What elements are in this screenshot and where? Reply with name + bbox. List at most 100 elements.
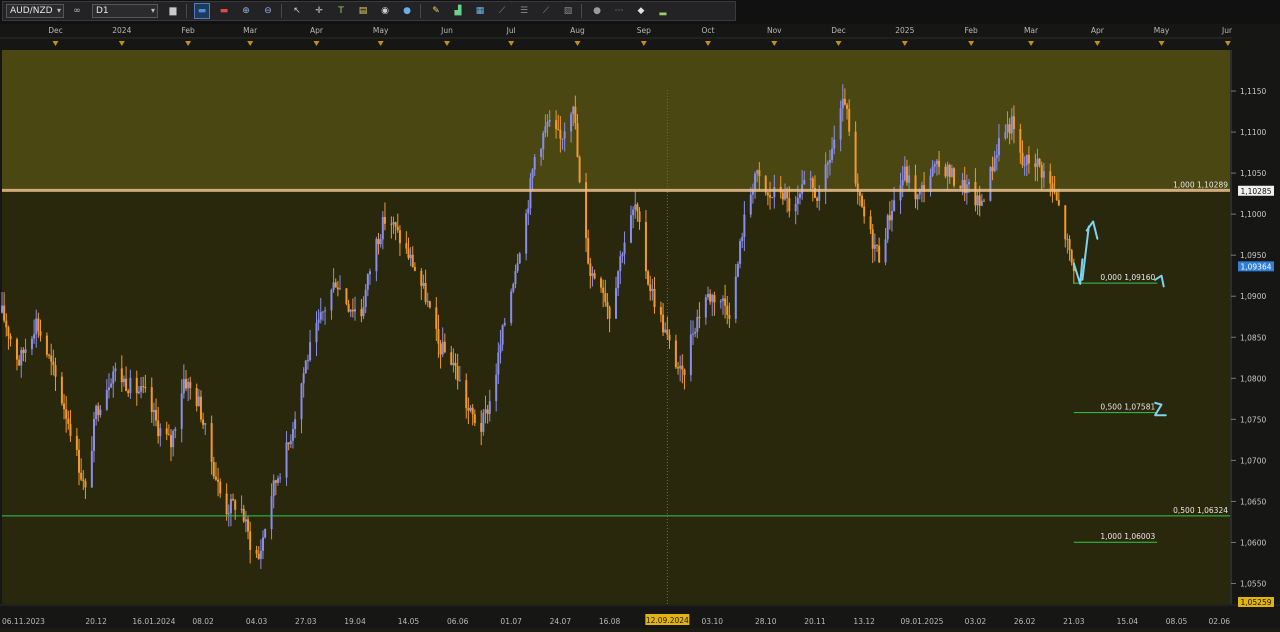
candle-body [92,419,95,451]
toolbar-separator [420,4,421,18]
candle-body [172,431,175,448]
candle-body [831,148,834,160]
calculator-icon[interactable]: ▦ [473,4,487,18]
candle-body [1068,239,1071,251]
candle-body [210,423,213,463]
candle-body [78,449,81,473]
date-label: 20.11 [804,617,826,626]
candle-body [602,287,605,294]
candle-body [129,377,132,394]
candle-body [264,529,267,538]
candle-body [90,450,93,488]
candle-body [450,352,453,365]
fibonacci-icon[interactable]: ☰ [517,4,531,18]
more-icon[interactable]: ⋯ [612,4,626,18]
candle-body [279,477,282,479]
candle-body [114,368,117,372]
period-select[interactable]: D1 ▾ [92,4,158,18]
text-tool-icon[interactable]: T [334,4,348,18]
candle-body [486,409,489,415]
candle-body [244,519,247,522]
candle-body [144,387,147,389]
candle-body [398,230,401,244]
candle-body [321,311,324,313]
candle-body [257,553,260,559]
candle-body [225,493,228,515]
price-tick-label: 1,0900 [1240,292,1266,301]
indicator-icon[interactable]: ▟ [451,4,465,18]
candle-red-icon[interactable]: ▬ [217,4,231,18]
candle-body [890,210,893,221]
date-label: 19.04 [344,617,366,626]
globe-icon[interactable]: ● [400,4,414,18]
price-chart[interactable]: Dec 2024 Feb Mar Apr May Jun Jul Aug Sep Oct Nov Dec… [0,24,1280,628]
chart-canvas[interactable]: Dec 2024 Feb Mar Apr May Jun Jul Aug Sep Oct Nov Dec… [0,24,1280,628]
candle-body [392,222,395,225]
candle-body [617,271,620,289]
candle-body [525,213,528,254]
fib-level-label: 1,000 1,06003 [1100,532,1155,541]
date-label: 08.02 [192,617,214,626]
shapes-icon[interactable]: ▧ [561,4,575,18]
candle-body [18,359,21,366]
candle-body [364,289,367,308]
camera-icon[interactable]: ◉ [378,4,392,18]
candle-body [788,198,791,212]
candle-body [781,192,784,200]
candle-body [422,283,425,286]
candle-body [20,349,23,366]
toolbar-buttons: ▆ ▬ ▬ ⊕ ⊖ ↖ ✛ T ▤ ◉ ● ✎ ▟ ▦ ⟋ ☰ ⟋ ▧ ● ⋯ ◆ ▂ [158,3,670,19]
link-icon[interactable]: ∞ [70,4,84,18]
candle-body [903,166,906,181]
candle-body [199,396,202,420]
candle-body [843,98,846,105]
candle-body [390,223,393,225]
candle-body [935,160,938,165]
candle-body [428,301,431,308]
candle-blue-icon[interactable]: ▬ [194,3,210,19]
candle-body [306,360,309,362]
candle-body [694,331,697,334]
date-label: 02.06 [1209,617,1231,626]
zoom-out-icon[interactable]: ⊖ [261,4,275,18]
candle-body [319,312,322,320]
candle-body [276,478,279,483]
date-label: 16.08 [599,617,621,626]
candle-body [1049,171,1052,184]
crosshair-icon[interactable]: ✛ [312,4,326,18]
line-tool-icon[interactable]: ⟋ [495,4,509,18]
candle-body [353,309,356,312]
symbol-select[interactable]: AUD/NZD ▾ [6,4,64,18]
candle-body [7,327,10,336]
candle-body [908,175,911,183]
pencil-icon[interactable]: ✎ [429,4,443,18]
candle-body [182,378,185,394]
note-icon[interactable]: ▤ [356,4,370,18]
chart-type-icon[interactable]: ▆ [166,4,180,18]
eraser-icon[interactable]: ◆ [634,4,648,18]
candle-body [255,549,258,554]
candle-body [345,288,348,304]
cursor-icon[interactable]: ↖ [290,4,304,18]
candle-body [294,419,297,429]
date-label: 06.11.2023 [2,617,45,626]
candle-body [375,238,378,272]
month-label: 2025 [895,26,914,35]
candle-body [689,334,692,376]
candle-body [300,383,303,420]
sphere-icon[interactable]: ● [590,4,604,18]
candle-body [659,307,662,315]
candle-body [510,291,513,323]
candle-body [247,519,250,532]
candle-body [593,273,596,279]
channel-icon[interactable]: ⟋ [539,4,553,18]
signal-icon[interactable]: ▂ [656,4,670,18]
candle-body [833,139,836,149]
month-label: Dec [48,26,63,35]
candle-body [360,309,363,317]
candle-body [589,263,592,276]
candle-body [45,335,48,355]
candle-body [542,132,545,150]
zoom-in-icon[interactable]: ⊕ [239,4,253,18]
candle-body [39,331,42,336]
